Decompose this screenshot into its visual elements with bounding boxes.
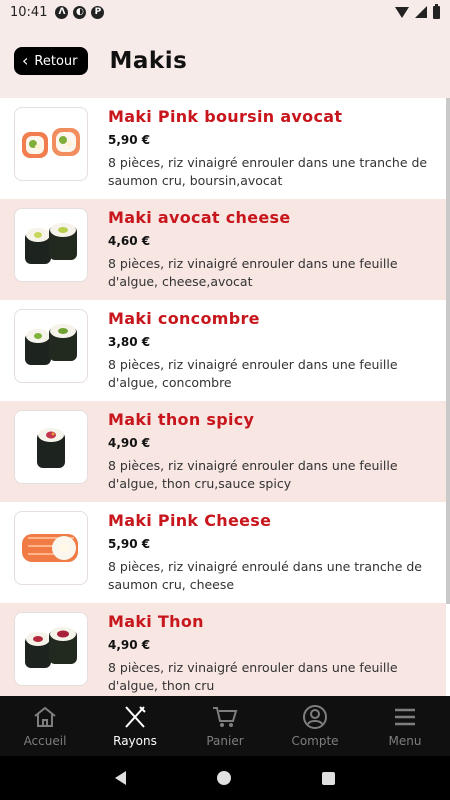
product-price: 4,60 € <box>108 234 151 248</box>
cucumber-maki-icon <box>25 324 77 365</box>
nav-menu[interactable]: Menu <box>360 696 450 756</box>
nav-rayons[interactable]: Rayons <box>90 696 180 756</box>
wifi-icon <box>395 6 409 18</box>
product-item[interactable]: Maki avocat cheese 4,60 € 8 pièces, riz … <box>0 199 446 300</box>
product-item[interactable]: Maki concombre 3,80 € 8 pièces, riz vina… <box>0 300 446 401</box>
product-image <box>14 410 88 484</box>
nav-label: Rayons <box>113 734 157 748</box>
system-nav-bar <box>0 756 450 800</box>
back-button-label: Retour <box>34 53 78 69</box>
notification-a-icon: Λ <box>55 5 69 19</box>
tuna-maki-icon <box>25 627 77 668</box>
product-item[interactable]: Maki Thon 4,90 € 8 pièces, riz vinaigré … <box>0 603 446 696</box>
product-name: Maki thon spicy <box>108 410 255 429</box>
chevron-left-icon: ‹ <box>22 51 29 70</box>
nav-compte[interactable]: Compte <box>270 696 360 756</box>
notification-c-icon: P <box>91 5 105 19</box>
product-description: 8 pièces, riz vinaigré enrouler dans une… <box>108 660 398 693</box>
battery-icon <box>433 3 440 19</box>
pink-cheese-maki-icon <box>22 534 78 562</box>
salmon-maki-icon <box>22 128 80 158</box>
product-image <box>14 612 88 686</box>
utensils-icon <box>122 704 148 730</box>
home-icon <box>32 704 58 730</box>
product-name: Maki Pink boursin avocat <box>108 107 343 126</box>
nav-label: Menu <box>388 734 422 748</box>
product-name: Maki avocat cheese <box>108 208 291 227</box>
product-item[interactable]: Maki Pink Cheese 5,90 € 8 pièces, riz vi… <box>0 502 446 603</box>
product-price: 5,90 € <box>108 133 151 147</box>
product-image <box>14 208 88 282</box>
nav-label: Compte <box>291 734 339 748</box>
product-name: Maki Pink Cheese <box>108 511 272 530</box>
user-icon <box>302 704 328 730</box>
signal-icon <box>415 6 427 18</box>
page-title: Makis <box>109 48 188 74</box>
product-price: 4,90 € <box>108 638 151 652</box>
status-time: 10:41 <box>10 4 48 20</box>
product-image <box>14 309 88 383</box>
product-description: 8 pièces, riz vinaigré enrouler dans une… <box>108 458 398 491</box>
hamburger-icon <box>393 704 417 730</box>
product-image <box>14 107 88 181</box>
nav-accueil[interactable]: Accueil <box>0 696 90 756</box>
product-description: 8 pièces, riz vinaigré enrouler dans une… <box>108 155 428 188</box>
product-item[interactable]: Maki Pink boursin avocat 5,90 € 8 pièces… <box>0 98 446 199</box>
product-name: Maki Thon <box>108 612 204 631</box>
avocado-maki-icon <box>25 223 77 264</box>
cart-icon <box>211 704 239 730</box>
product-item[interactable]: Maki thon spicy 4,90 € 8 pièces, riz vin… <box>0 401 446 502</box>
back-button[interactable]: ‹ Retour <box>14 47 88 75</box>
system-home-icon[interactable] <box>216 771 231 785</box>
product-name: Maki concombre <box>108 309 260 328</box>
product-description: 8 pièces, riz vinaigré enrouler dans une… <box>108 256 398 289</box>
system-recents-icon[interactable] <box>321 771 335 785</box>
scrollbar[interactable] <box>446 98 450 604</box>
system-back-icon[interactable] <box>115 771 127 785</box>
status-bar: 10:41 Λ ◐ P <box>0 0 450 24</box>
nav-label: Panier <box>206 734 244 748</box>
product-description: 8 pièces, riz vinaigré enroulé dans une … <box>108 559 422 592</box>
spicy-tuna-maki-icon <box>37 428 65 468</box>
notification-b-icon: ◐ <box>73 5 87 19</box>
app-header: ‹ Retour Makis <box>0 24 450 98</box>
product-description: 8 pièces, riz vinaigré enrouler dans une… <box>108 357 398 390</box>
product-price: 5,90 € <box>108 537 151 551</box>
product-image <box>14 511 88 585</box>
nav-label: Accueil <box>23 734 67 748</box>
nav-panier[interactable]: Panier <box>180 696 270 756</box>
bottom-nav: Accueil Rayons Panier Compte Menu <box>0 696 450 756</box>
product-price: 3,80 € <box>108 335 151 349</box>
product-price: 4,90 € <box>108 436 151 450</box>
product-list: Maki Pink boursin avocat 5,90 € 8 pièces… <box>0 98 446 696</box>
